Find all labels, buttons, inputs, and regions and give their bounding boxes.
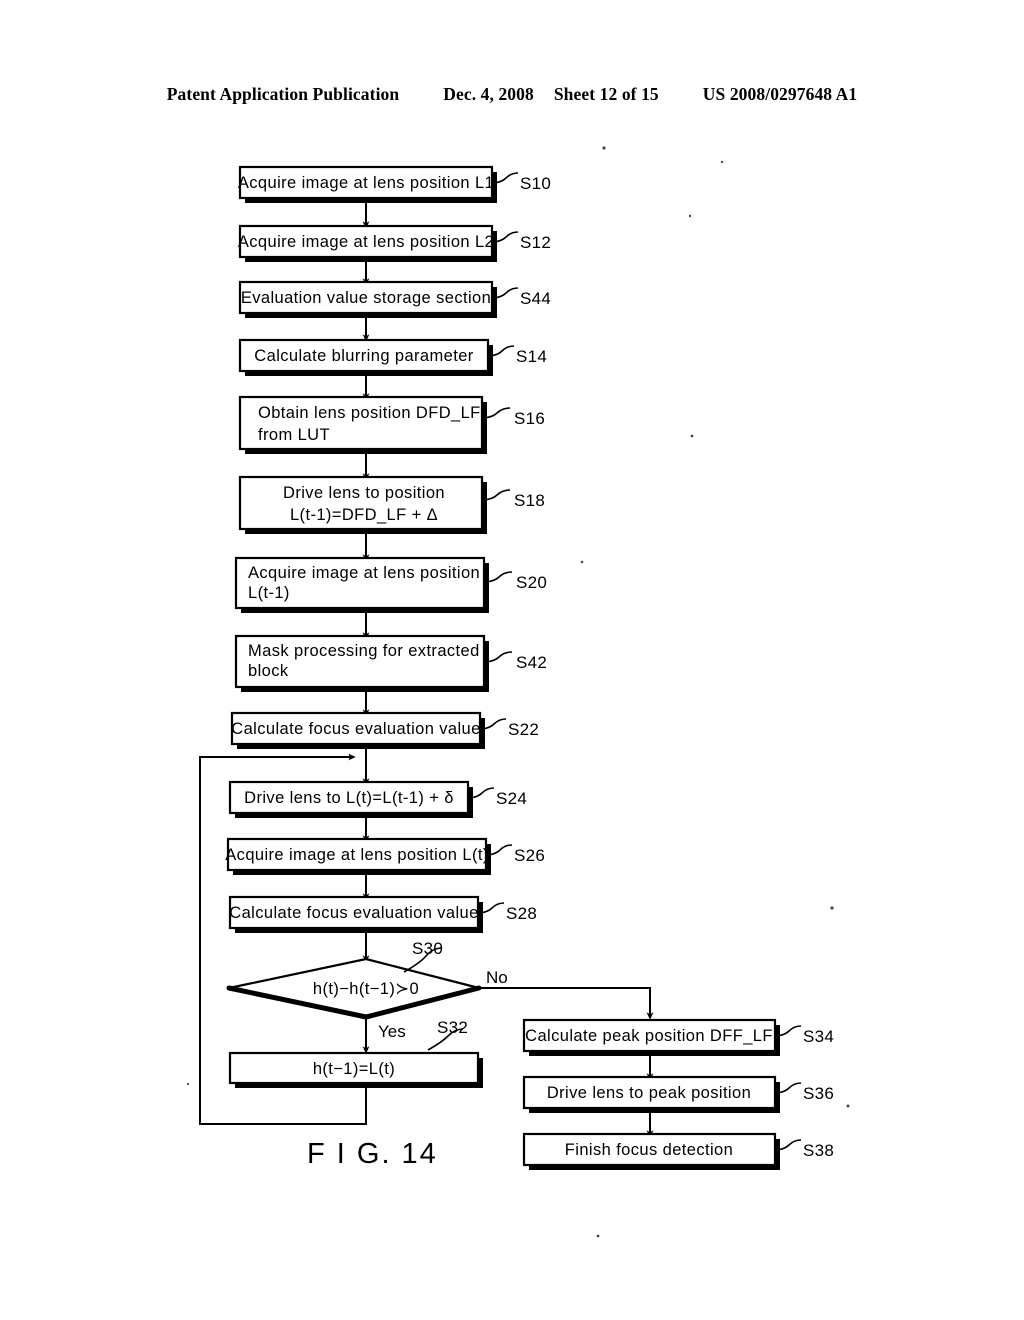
flow-step-s38: S38 — [803, 1141, 834, 1160]
flow-node-s16[interactable]: Obtain lens position DFD_LF from LUT S16 — [238, 395, 545, 454]
no-branch-path — [479, 987, 654, 1020]
flow-node-s44[interactable]: Evaluation value storage section S44 — [238, 280, 551, 318]
flow-step-s36: S36 — [803, 1084, 834, 1103]
flow-step-s28: S28 — [506, 904, 537, 923]
flow-node-s10[interactable]: Acquire image at lens position L1 S10 — [238, 165, 551, 203]
flow-node-s34-label: Calculate peak position DFF_LF — [525, 1027, 773, 1045]
flow-node-s36[interactable]: Drive lens to peak position S36 — [522, 1075, 834, 1113]
flow-node-s34[interactable]: Calculate peak position DFF_LF S34 — [522, 1018, 834, 1056]
flow-node-s18[interactable]: Drive lens to position L(t-1)=DFD_LF + Δ… — [238, 475, 545, 534]
flow-node-s28-label: Calculate focus evaluation value — [229, 904, 478, 922]
flow-node-s38-label: Finish focus detection — [565, 1141, 733, 1159]
flow-node-s18-label-line1: Drive lens to position — [283, 484, 445, 502]
figure-14-flowchart: Acquire image at lens position L1 S10 Ac… — [0, 0, 1024, 1320]
flow-node-s10-label: Acquire image at lens position L1 — [238, 174, 494, 192]
flow-node-s18-label-line2: L(t-1)=DFD_LF + Δ — [290, 506, 438, 524]
flow-node-s42[interactable]: Mask processing for extracted block S42 — [234, 634, 547, 692]
flow-node-s20-label-line2: L(t-1) — [248, 584, 290, 602]
flow-step-s44: S44 — [520, 289, 551, 308]
flow-node-s12[interactable]: Acquire image at lens position L2 S12 — [238, 224, 551, 262]
flow-node-s42-label-line2: block — [248, 662, 289, 680]
flow-node-s36-label: Drive lens to peak position — [547, 1084, 751, 1102]
flow-node-s42-label-line1: Mask processing for extracted — [248, 642, 480, 660]
flow-node-s32[interactable]: h(t−1)=L(t) S32 — [228, 1018, 483, 1088]
flow-step-s22: S22 — [508, 720, 539, 739]
flow-step-s16: S16 — [514, 409, 545, 428]
flow-node-s26[interactable]: Acquire image at lens position L(t) S26 — [225, 837, 545, 875]
flow-step-s30: S30 — [412, 939, 443, 958]
flow-node-s16-label-line2: from LUT — [258, 426, 330, 444]
flow-step-s18: S18 — [514, 491, 545, 510]
flow-step-s34: S34 — [803, 1027, 834, 1046]
flow-step-s12: S12 — [520, 233, 551, 252]
flow-step-s20: S20 — [516, 573, 547, 592]
figure-caption: F I G. 14 — [307, 1138, 438, 1170]
flow-node-s14[interactable]: Calculate blurring parameter S14 — [238, 338, 547, 376]
flow-node-s26-label: Acquire image at lens position L(t) — [225, 846, 488, 864]
flow-step-s10: S10 — [520, 174, 551, 193]
flow-node-s28[interactable]: Calculate focus evaluation value S28 — [228, 895, 537, 933]
flow-step-s32: S32 — [437, 1018, 468, 1037]
flow-node-s24[interactable]: Drive lens to L(t)=L(t-1) + δ S24 — [228, 780, 527, 818]
flow-node-s32-label: h(t−1)=L(t) — [313, 1060, 395, 1078]
flow-step-s42: S42 — [516, 653, 547, 672]
flow-node-s44-label: Evaluation value storage section — [241, 289, 491, 307]
flow-node-s14-label: Calculate blurring parameter — [254, 347, 473, 365]
branch-label-no: No — [486, 968, 508, 987]
flow-step-s14: S14 — [516, 347, 547, 366]
flow-node-s30-condition: h(t)−h(t−1)≻0 — [313, 980, 419, 998]
flow-node-s24-label: Drive lens to L(t)=L(t-1) + δ — [244, 789, 454, 807]
flow-node-s12-label: Acquire image at lens position L2 — [238, 233, 494, 251]
flow-step-s26: S26 — [514, 846, 545, 865]
flow-node-s20[interactable]: Acquire image at lens position L(t-1) S2… — [234, 556, 547, 613]
flow-node-s16-label-line1: Obtain lens position DFD_LF — [258, 404, 481, 422]
flow-node-s22[interactable]: Calculate focus evaluation value S22 — [230, 711, 539, 749]
flow-step-s24: S24 — [496, 789, 527, 808]
branch-label-yes: Yes — [378, 1022, 406, 1041]
flow-node-s38[interactable]: Finish focus detection S38 — [522, 1132, 834, 1170]
flow-node-s20-label-line1: Acquire image at lens position — [248, 564, 480, 582]
flow-node-s22-label: Calculate focus evaluation value — [231, 720, 480, 738]
